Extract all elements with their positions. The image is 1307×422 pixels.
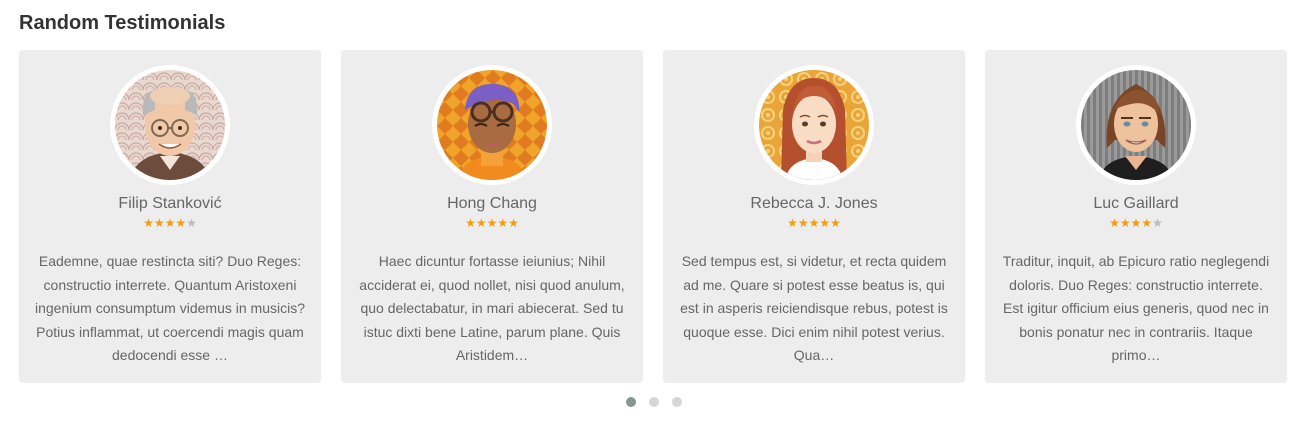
star-filled-icon: ★ <box>819 216 831 230</box>
star-filled-icon: ★ <box>153 216 165 230</box>
testimonial-card: Filip Stanković ★★★★★ Eademne, quae rest… <box>19 50 321 383</box>
star-rating: ★★★★★ <box>19 216 321 230</box>
testimonial-author-name: Rebecca J. Jones <box>750 195 878 212</box>
avatar <box>754 65 874 185</box>
testimonials-widget: Random Testimonials Filip Stanković ★★★★… <box>0 0 1307 422</box>
carousel-dot-2[interactable] <box>648 397 659 407</box>
star-filled-icon: ★ <box>486 216 498 230</box>
star-filled-icon: ★ <box>164 216 176 230</box>
star-filled-icon: ★ <box>475 216 487 230</box>
star-filled-icon: ★ <box>143 216 154 230</box>
carousel-dot-1[interactable] <box>625 397 636 407</box>
avatar <box>1076 65 1196 185</box>
star-filled-icon: ★ <box>175 216 187 230</box>
elderly-man-glasses-avatar <box>115 70 225 180</box>
testimonial-author-name: Luc Gaillard <box>1093 195 1179 212</box>
star-filled-icon: ★ <box>787 216 798 230</box>
star-filled-icon: ★ <box>1119 216 1131 230</box>
purple-hair-glasses-avatar <box>437 70 547 180</box>
testimonial-author-name: Hong Chang <box>447 195 537 212</box>
star-filled-icon: ★ <box>1109 216 1120 230</box>
testimonials-carousel: Filip Stanković ★★★★★ Eademne, quae rest… <box>19 50 1287 383</box>
testimonial-card: Luc Gaillard ★★★★★ Traditur, inquit, ab … <box>985 50 1287 383</box>
widget-title: Random Testimonials <box>19 12 226 34</box>
star-filled-icon: ★ <box>465 216 476 230</box>
star-rating: ★★★★★ <box>985 216 1287 230</box>
star-rating: ★★★★★ <box>341 216 643 230</box>
star-rating: ★★★★★ <box>663 216 965 230</box>
star-empty-icon: ★ <box>186 216 197 230</box>
star-filled-icon: ★ <box>1141 216 1153 230</box>
testimonial-quote: Eademne, quae restincta siti? Duo Reges:… <box>35 253 305 363</box>
avatar <box>110 65 230 185</box>
carousel-dot-3[interactable] <box>671 397 682 407</box>
carousel-pagination <box>0 397 1307 407</box>
avatar <box>432 65 552 185</box>
testimonial-quote: Sed tempus est, si videtur, et recta qui… <box>680 253 948 363</box>
long-hair-man-avatar <box>1081 70 1191 180</box>
testimonial-quote: Haec dicuntur fortasse ieiunius; Nihil a… <box>359 253 625 363</box>
star-filled-icon: ★ <box>497 216 509 230</box>
testimonial-card: Rebecca J. Jones ★★★★★ Sed tempus est, s… <box>663 50 965 383</box>
testimonial-card: Hong Chang ★★★★★ Haec dicuntur fortasse … <box>341 50 643 383</box>
star-filled-icon: ★ <box>1130 216 1142 230</box>
star-filled-icon: ★ <box>797 216 809 230</box>
red-hair-woman-avatar <box>759 70 869 180</box>
star-empty-icon: ★ <box>1152 216 1163 230</box>
testimonial-author-name: Filip Stanković <box>118 195 222 212</box>
star-filled-icon: ★ <box>808 216 820 230</box>
testimonial-quote: Traditur, inquit, ab Epicuro ratio negle… <box>1002 253 1270 363</box>
star-filled-icon: ★ <box>830 216 841 230</box>
star-filled-icon: ★ <box>508 216 519 230</box>
